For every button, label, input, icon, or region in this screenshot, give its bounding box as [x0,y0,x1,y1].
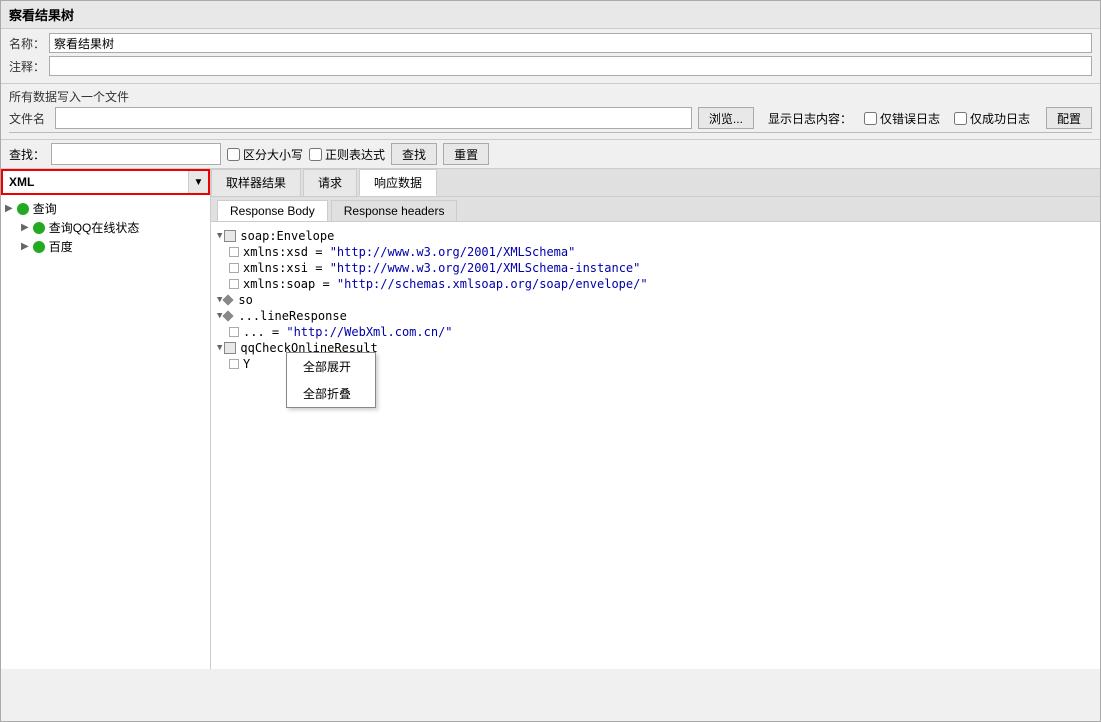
sub-tab-response-body[interactable]: Response Body [217,200,328,221]
left-panel: XML ▼ ▶ 查询 ▶ 查询QQ在线状态 ▶ 百度 [1,169,211,669]
left-panel-header: XML ▼ [1,169,210,195]
name-label: 名称： [9,35,49,52]
sub-tabs: Response Body Response headers [211,197,1100,222]
xml-node: ▼ soap:Envelope [217,228,1094,244]
regex-text: 正则表达式 [325,146,385,163]
config-button[interactable]: 配置 [1046,107,1092,129]
xml-node: ... = "http://WebXml.com.cn/" [217,324,1094,340]
xml-tree: ▼ soap:Envelope xmlns:xsd = "http://www.… [217,228,1094,372]
file-icon [229,247,239,257]
main-area: XML ▼ ▶ 查询 ▶ 查询QQ在线状态 ▶ 百度 [1,169,1100,669]
main-tabs: 取样器结果 请求 响应数据 [211,169,1100,197]
expand-icon[interactable]: ▼ [217,343,222,353]
comment-label: 注释： [9,58,49,75]
comment-input[interactable] [49,56,1092,76]
title-bar: 察看结果树 [1,1,1100,29]
xml-selector-label: XML [3,175,188,189]
all-data-label: 所有数据写入一个文件 [9,88,1092,105]
status-success-icon [17,203,29,215]
diamond-icon [223,294,234,305]
browse-button[interactable]: 浏览... [698,107,754,129]
node-text: xmlns:soap = "http://schemas.xmlsoap.org… [243,277,648,291]
error-log-checkbox[interactable] [864,112,877,125]
find-button[interactable]: 查找 [391,143,437,165]
main-window: 察看结果树 名称： 注释： 所有数据写入一个文件 文件名 浏览... 显示日志内… [0,0,1101,722]
tab-response-data[interactable]: 响应数据 [359,169,437,196]
form-section: 名称： 注释： [1,29,1100,84]
filename-label: 文件名 [9,110,49,127]
right-panel: 取样器结果 请求 响应数据 Response Body Response hea… [211,169,1100,669]
status-success-icon [33,241,45,253]
node-text: xmlns:xsd = "http://www.w3.org/2001/XMLS… [243,245,575,259]
expand-icon[interactable]: ▼ [217,231,222,241]
filename-input[interactable] [55,107,692,129]
diamond-icon [223,310,234,321]
file-icon [229,263,239,273]
file-icon [229,279,239,289]
reset-button[interactable]: 重置 [443,143,489,165]
tab-request[interactable]: 请求 [303,169,357,196]
sub-tab-response-headers[interactable]: Response headers [331,200,458,221]
xml-node: xmlns:xsi = "http://www.w3.org/2001/XMLS… [217,260,1094,276]
search-input[interactable] [51,143,221,165]
name-row: 名称： [9,33,1092,53]
list-item[interactable]: ▶ 查询QQ在线状态 [5,218,206,237]
xml-node: xmlns:xsd = "http://www.w3.org/2001/XMLS… [217,244,1094,260]
item-label: 查询 [33,200,57,217]
folder-icon [224,342,236,354]
file-icon [229,327,239,337]
regex-checkbox[interactable] [309,148,322,161]
case-sensitive-text: 区分大小写 [243,146,303,163]
item-label: 百度 [49,238,73,255]
node-text: ...lineResponse [238,309,346,323]
node-text: so [238,293,252,307]
success-log-checkbox[interactable] [954,112,967,125]
file-row: 文件名 浏览... 显示日志内容： 仅错误日志 仅成功日志 配置 [9,107,1092,129]
list-item[interactable]: ▶ 百度 [5,237,206,256]
search-label: 查找： [9,146,45,163]
xml-selector-dropdown[interactable]: ▼ [188,171,208,193]
tab-sampler-result[interactable]: 取样器结果 [211,169,301,196]
xml-node: xmlns:soap = "http://schemas.xmlsoap.org… [217,276,1094,292]
divider [9,132,1092,133]
context-menu: 全部展开 全部折叠 [286,352,376,408]
case-sensitive-label: 区分大小写 [227,146,303,163]
show-log-label: 显示日志内容： [768,110,852,127]
success-log-checkbox-label: 仅成功日志 [954,110,1030,127]
file-icon [229,359,239,369]
item-label: 查询QQ在线状态 [49,219,140,236]
comment-row: 注释： [9,56,1092,76]
node-text: soap:Envelope [240,229,334,243]
node-text: Y [243,357,250,371]
regex-label: 正则表达式 [309,146,385,163]
xml-node: ▼ so [217,292,1094,308]
content-area: ▼ soap:Envelope xmlns:xsd = "http://www.… [211,222,1100,669]
status-success-icon [33,222,45,234]
success-log-label: 仅成功日志 [970,110,1030,127]
toolbar: 查找： 区分大小写 正则表达式 查找 重置 [1,140,1100,169]
error-log-label: 仅错误日志 [880,110,940,127]
xml-node: ▼ ...lineResponse [217,308,1094,324]
context-menu-expand-all[interactable]: 全部展开 [287,353,375,380]
case-sensitive-checkbox[interactable] [227,148,240,161]
window-title: 察看结果树 [9,8,74,23]
tree-area: ▶ 查询 ▶ 查询QQ在线状态 ▶ 百度 [1,195,210,669]
node-text: ... = "http://WebXml.com.cn/" [243,325,453,339]
name-input[interactable] [49,33,1092,53]
node-text: xmlns:xsi = "http://www.w3.org/2001/XMLS… [243,261,640,275]
folder-icon [224,230,236,242]
list-item[interactable]: ▶ 查询 [5,199,206,218]
context-menu-collapse-all[interactable]: 全部折叠 [287,380,375,407]
all-data-section: 所有数据写入一个文件 文件名 浏览... 显示日志内容： 仅错误日志 仅成功日志… [1,84,1100,140]
error-log-checkbox-label: 仅错误日志 [864,110,940,127]
